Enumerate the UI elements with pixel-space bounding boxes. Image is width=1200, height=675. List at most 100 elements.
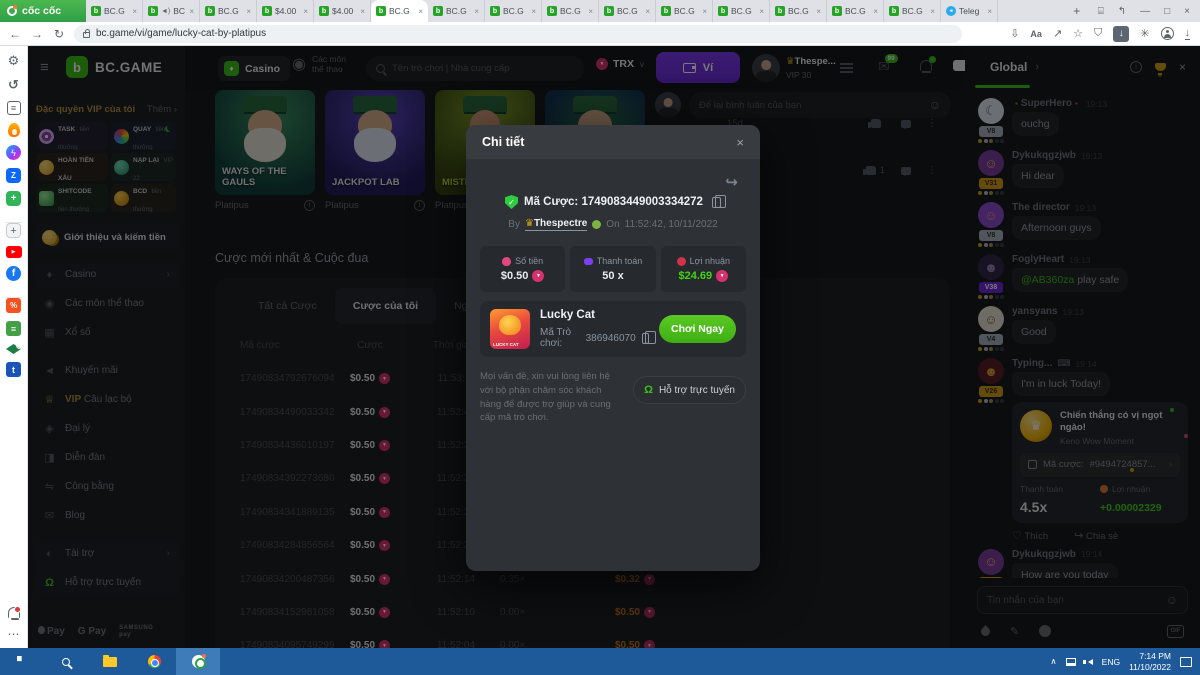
forward-button[interactable]: → <box>26 27 48 41</box>
minimize-button[interactable]: — <box>1140 6 1150 17</box>
reload-button[interactable]: ↻ <box>48 27 70 41</box>
sidebar-8-icon[interactable] <box>6 223 21 238</box>
tab-close-icon[interactable]: × <box>418 7 423 16</box>
sidebar-3-icon[interactable] <box>8 123 20 137</box>
bookmark-star-icon[interactable]: ☆ <box>1073 27 1083 40</box>
tab-close-icon[interactable]: × <box>702 7 707 16</box>
browser-tab-13[interactable]: ◄) BC.G × <box>827 0 884 22</box>
stat-icon <box>677 257 686 266</box>
tab-audio-icon[interactable]: ◄) <box>161 8 170 15</box>
coccoc-browser-logo[interactable]: cốc cốc <box>0 0 86 22</box>
tab-close-icon[interactable]: × <box>987 7 992 16</box>
game-thumbnail[interactable]: LUCKY CAT <box>490 309 530 349</box>
tab-close-icon[interactable]: × <box>246 7 251 16</box>
downloads-tray-icon[interactable]: ↓ <box>1185 27 1191 40</box>
tab-close-icon[interactable]: × <box>360 7 365 16</box>
close-button[interactable]: × <box>1184 6 1190 17</box>
tab-search-icon[interactable]: ⌸ <box>1098 6 1104 17</box>
browser-tab-2[interactable]: ◄) BC.G × <box>200 0 257 22</box>
modal-close-icon[interactable]: × <box>736 135 744 150</box>
download-active-icon[interactable]: ↓ <box>1113 26 1129 42</box>
play-now-button[interactable]: Chơi Ngay <box>659 315 736 343</box>
browser-tab-9[interactable]: ◄) BC.G × <box>599 0 656 22</box>
browser-tab-1[interactable]: ◄) BC × <box>143 0 200 22</box>
browser-tab-3[interactable]: ◄) $4.00 × <box>257 0 314 22</box>
tab-close-icon[interactable]: × <box>474 7 479 16</box>
sidebar-7-icon[interactable] <box>6 214 22 215</box>
tab-close-icon[interactable]: × <box>930 7 935 16</box>
maximize-button[interactable]: □ <box>1164 6 1170 17</box>
game-info-box: LUCKY CAT Lucky Cat Mã Trò chơi: 3869460… <box>480 301 746 357</box>
taskbar-search-button[interactable] <box>44 648 88 675</box>
sidebar-17-icon[interactable] <box>6 626 22 642</box>
sidebar-14-icon[interactable] <box>6 344 21 354</box>
hidden-icons-chevron[interactable]: ∧ <box>1050 656 1056 667</box>
tab-favicon <box>319 6 329 16</box>
start-button[interactable] <box>0 648 44 675</box>
sidebar-0-icon[interactable] <box>6 53 22 69</box>
sidebar-2-icon[interactable] <box>7 101 21 115</box>
stat-value: 50 x <box>602 270 623 282</box>
sidebar-11-icon[interactable] <box>6 289 22 290</box>
extensions-icon[interactable]: ✳ <box>1140 27 1149 40</box>
sidebar-9-icon[interactable] <box>6 246 22 258</box>
tab-title: BC.G <box>503 6 528 16</box>
recent-tabs-icon[interactable]: ↰ <box>1118 6 1126 17</box>
lock-icon[interactable] <box>83 32 90 38</box>
tab-close-icon[interactable]: × <box>189 7 194 16</box>
sidebar-12-icon[interactable] <box>6 298 21 313</box>
file-explorer-button[interactable] <box>88 648 132 675</box>
sidebar-15-icon[interactable] <box>6 362 21 377</box>
back-button[interactable]: ← <box>4 27 26 41</box>
tab-close-icon[interactable]: × <box>303 7 308 16</box>
sidebar-6-icon[interactable] <box>6 191 21 206</box>
taskbar-clock[interactable]: 7:14 PM11/10/2022 <box>1129 651 1171 672</box>
chrome-button[interactable] <box>132 648 176 675</box>
browser-tab-0[interactable]: ◄) BC.G × <box>86 0 143 22</box>
tab-close-icon[interactable]: × <box>531 7 536 16</box>
share-icon[interactable]: ↗ <box>1053 27 1062 40</box>
copy-icon[interactable] <box>712 197 721 208</box>
adblock-shield-icon[interactable]: ⛉ <box>1094 27 1102 40</box>
network-icon[interactable] <box>1066 658 1076 666</box>
live-support-button[interactable]: Ω Hỗ trợ trực tuyến <box>633 376 746 404</box>
translate-icon[interactable]: Aa <box>1030 29 1042 39</box>
browser-tab-6[interactable]: ◄) BC.G × <box>428 0 485 22</box>
copy-icon[interactable] <box>642 333 649 344</box>
tab-close-icon[interactable]: × <box>816 7 821 16</box>
share-bet-icon[interactable]: ↪ <box>466 159 760 191</box>
tab-close-icon[interactable]: × <box>873 7 878 16</box>
coccoc-button[interactable] <box>176 648 220 675</box>
tab-close-icon[interactable]: × <box>588 7 593 16</box>
action-center-icon[interactable] <box>1180 657 1192 667</box>
save-page-icon[interactable]: ⇩ <box>1010 27 1019 40</box>
tab-title: Teleg <box>959 6 984 16</box>
sidebar-1-icon[interactable] <box>6 77 22 93</box>
bet-author[interactable]: ♛Thespectre <box>525 218 587 231</box>
browser-tab-4[interactable]: ◄) $4.00 × <box>314 0 371 22</box>
tab-close-icon[interactable]: × <box>132 7 137 16</box>
volume-icon[interactable] <box>1085 659 1093 665</box>
sidebar-13-icon[interactable] <box>6 321 21 336</box>
browser-tab-12[interactable]: ◄) BC.G × <box>770 0 827 22</box>
tab-favicon <box>148 6 158 16</box>
browser-tab-5[interactable]: ◄) BC.G × <box>371 0 428 22</box>
browser-tab-10[interactable]: ◄) BC.G × <box>656 0 713 22</box>
language-indicator[interactable]: ENG <box>1102 657 1120 667</box>
browser-tab-7[interactable]: ◄) BC.G × <box>485 0 542 22</box>
sidebar-5-icon[interactable] <box>6 168 21 183</box>
browser-tab-15[interactable]: ◄) Teleg × <box>941 0 998 22</box>
url-bar[interactable]: bc.game/vi/game/lucky-cat-by-platipus <box>74 25 962 43</box>
tab-close-icon[interactable]: × <box>759 7 764 16</box>
tab-title: BC.G <box>617 6 642 16</box>
browser-tab-11[interactable]: ◄) BC.G × <box>713 0 770 22</box>
browser-tab-14[interactable]: ◄) BC.G × <box>884 0 941 22</box>
tab-close-icon[interactable]: × <box>645 7 650 16</box>
sidebar-4-icon[interactable] <box>6 145 21 160</box>
sidebar-16-icon[interactable] <box>8 607 20 618</box>
browser-tab-8[interactable]: ◄) BC.G × <box>542 0 599 22</box>
sidebar-10-icon[interactable] <box>6 266 21 281</box>
profile-icon[interactable] <box>1161 27 1174 40</box>
tab-title: BC.G <box>674 6 699 16</box>
new-tab-button[interactable]: + <box>1066 0 1088 22</box>
